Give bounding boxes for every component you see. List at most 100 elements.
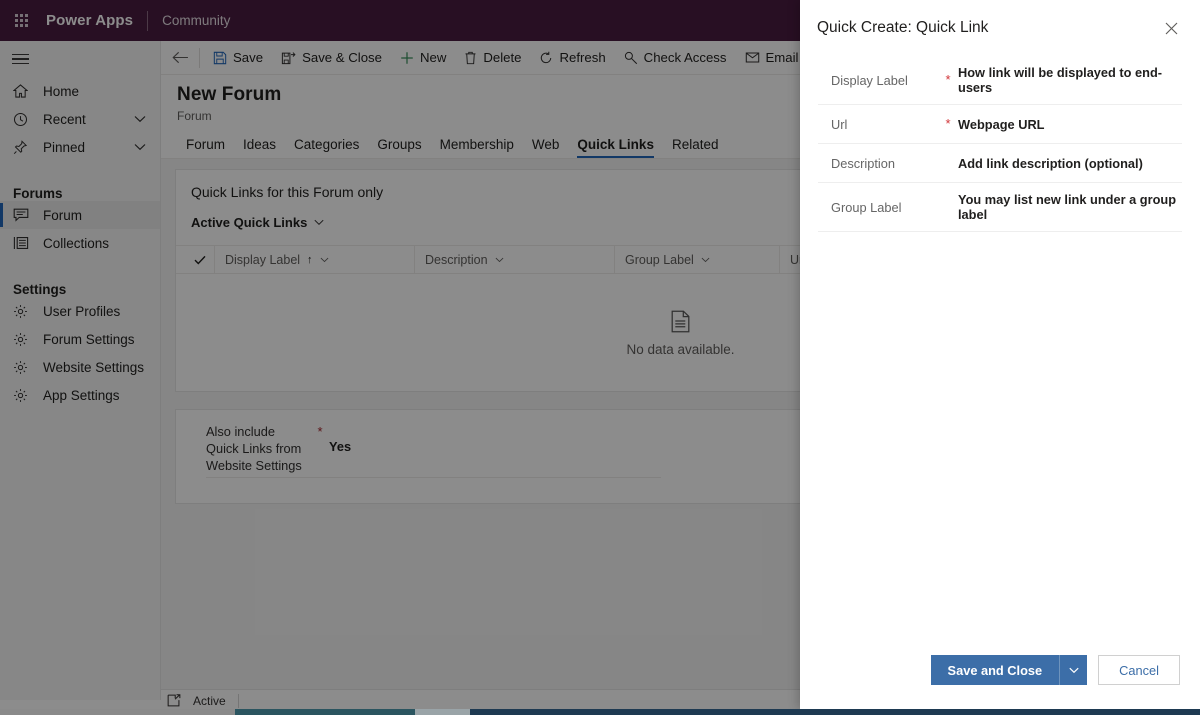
column-header-label: Display Label (225, 252, 301, 267)
save-close-icon (281, 51, 296, 65)
hamburger-icon[interactable] (0, 41, 160, 77)
sidebar: Home Recent Pinned Forums Forum Collecti… (0, 41, 161, 700)
required-marker: * (945, 72, 951, 87)
field-label: Url (831, 116, 848, 132)
document-icon (671, 310, 690, 333)
gear-icon (13, 359, 33, 375)
chevron-down-icon[interactable] (1059, 655, 1088, 685)
field-label: Also include Quick Links from Website Se… (206, 424, 302, 473)
taskbar-segment (235, 709, 415, 715)
header-divider (147, 10, 149, 31)
checkmark-icon[interactable] (186, 255, 214, 265)
column-header-group-label[interactable]: Group Label (614, 245, 779, 274)
quick-create-header: Quick Create: Quick Link (800, 0, 1200, 56)
display-label-input[interactable]: How link will be displayed to end-users (958, 65, 1182, 95)
required-marker: * (317, 424, 323, 439)
sidebar-item-pinned[interactable]: Pinned (0, 133, 160, 161)
required-marker: * (945, 116, 951, 131)
refresh-icon (539, 51, 553, 65)
home-icon (13, 83, 33, 99)
sort-asc-arrow-icon: ↑ (307, 253, 313, 266)
field-label: Display Label (831, 72, 908, 88)
chevron-down-icon (495, 257, 504, 263)
field-value[interactable]: Yes (329, 423, 351, 454)
tab-membership[interactable]: Membership (431, 137, 523, 158)
back-arrow-icon[interactable] (161, 41, 199, 74)
field-label: Group Label (831, 199, 902, 215)
chevron-down-icon[interactable] (134, 143, 146, 151)
tab-forum[interactable]: Forum (177, 137, 234, 158)
refresh-button[interactable]: Refresh (530, 41, 614, 74)
save-and-close-split-button: Save and Close (930, 655, 1088, 685)
record-state-label: Active (193, 693, 226, 708)
sidebar-item-user-profiles[interactable]: User Profiles (0, 297, 160, 325)
column-header-label: Description (425, 252, 488, 267)
field-display-label[interactable]: Display Label * How link will be display… (818, 56, 1182, 105)
tab-web[interactable]: Web (523, 137, 569, 158)
cancel-button[interactable]: Cancel (1098, 655, 1180, 685)
field-group-label[interactable]: Group Label You may list new link under … (818, 183, 1182, 232)
sidebar-item-home[interactable]: Home (0, 77, 160, 105)
field-url[interactable]: Url * Webpage URL (818, 105, 1182, 144)
field-also-include-quick-links[interactable]: Also include Quick Links from Website Se… (206, 410, 661, 478)
new-button[interactable]: New (391, 41, 455, 74)
empty-state-message: No data available. (626, 341, 735, 357)
sidebar-item-website-settings[interactable]: Website Settings (0, 353, 160, 381)
tab-categories[interactable]: Categories (285, 137, 368, 158)
sidebar-item-app-settings[interactable]: App Settings (0, 381, 160, 409)
chevron-down-icon (320, 257, 329, 263)
command-bar-divider (199, 47, 200, 68)
save-and-close-button-label: Save & Close (302, 50, 382, 65)
taskbar-segment (0, 709, 235, 715)
chevron-down-icon (314, 219, 324, 226)
save-button[interactable]: Save (204, 41, 272, 74)
field-description[interactable]: Description Add link description (option… (818, 144, 1182, 183)
group-label-input[interactable]: You may list new link under a group labe… (958, 192, 1182, 222)
view-selector[interactable]: Active Quick Links (191, 215, 324, 230)
close-icon[interactable] (1156, 13, 1186, 43)
tab-quick-links[interactable]: Quick Links (568, 137, 663, 158)
envelope-icon (745, 51, 760, 64)
tab-related[interactable]: Related (663, 137, 728, 158)
plus-icon (400, 51, 414, 65)
sidebar-item-forum[interactable]: Forum (0, 201, 160, 229)
app-brand-label: Power Apps (46, 12, 134, 29)
os-taskbar (0, 709, 1200, 715)
sidebar-item-label: Home (43, 83, 80, 99)
field-label: Description (831, 155, 896, 171)
check-access-button[interactable]: Check Access (615, 41, 736, 74)
delete-button[interactable]: Delete (455, 41, 530, 74)
quick-create-fields: Display Label * How link will be display… (800, 56, 1200, 647)
chevron-down-icon (701, 257, 710, 263)
quick-create-panel: Quick Create: Quick Link Display Label *… (800, 0, 1200, 709)
collections-icon (13, 235, 33, 251)
tab-groups[interactable]: Groups (368, 137, 430, 158)
sidebar-item-collections[interactable]: Collections (0, 229, 160, 257)
waffle-grid-icon[interactable] (0, 0, 42, 41)
save-and-close-button[interactable]: Save & Close (272, 41, 391, 74)
column-header-label: Group Label (625, 252, 694, 267)
sidebar-item-label: Forum Settings (43, 331, 135, 347)
tab-ideas[interactable]: Ideas (234, 137, 285, 158)
trash-icon (464, 51, 477, 65)
save-and-close-button[interactable]: Save and Close (930, 655, 1060, 685)
sidebar-group-settings: Settings (13, 282, 67, 297)
url-input[interactable]: Webpage URL (958, 117, 1182, 132)
sidebar-item-label: Website Settings (43, 359, 145, 375)
open-record-icon[interactable] (167, 694, 181, 707)
quick-create-footer: Save and Close Cancel (800, 647, 1200, 709)
sidebar-item-forum-settings[interactable]: Forum Settings (0, 325, 160, 353)
key-icon (624, 51, 638, 65)
sidebar-group-forums: Forums (13, 186, 63, 201)
column-header-display-label[interactable]: Display Label ↑ (214, 245, 414, 274)
new-button-label: New (419, 50, 447, 65)
sidebar-item-recent[interactable]: Recent (0, 105, 160, 133)
gear-icon (13, 331, 33, 347)
sidebar-item-label: Pinned (43, 139, 86, 155)
sidebar-item-label: Recent (43, 111, 86, 127)
description-input[interactable]: Add link description (optional) (958, 156, 1182, 171)
chevron-down-icon[interactable] (134, 115, 146, 123)
column-header-description[interactable]: Description (414, 245, 614, 274)
